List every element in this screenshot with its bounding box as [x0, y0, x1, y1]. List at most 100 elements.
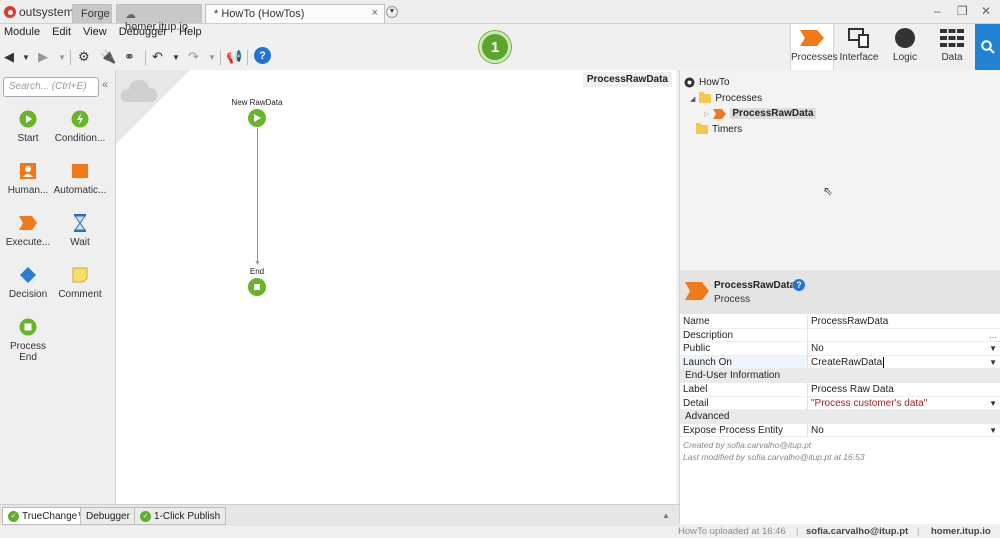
- tab-data[interactable]: Data: [929, 24, 975, 70]
- property-row-launch-on[interactable]: Launch On CreateRawData ▼: [680, 355, 1000, 370]
- title-bar: outsystems Forge ☁ homer.itup.io * HowTo…: [0, 0, 1000, 33]
- tree-root-howto[interactable]: HowTo: [684, 77, 730, 88]
- palette-decision[interactable]: Decision: [0, 264, 56, 300]
- palette-label: Wait: [70, 237, 90, 248]
- process-canvas[interactable]: ProcessRawData New RawData ▼ End: [116, 70, 676, 504]
- tab-debugger[interactable]: Debugger: [80, 507, 136, 525]
- property-row-description[interactable]: Description …: [680, 328, 1000, 343]
- properties-title: ProcessRawData: [714, 280, 796, 291]
- gear-icon[interactable]: ⚙: [78, 47, 90, 67]
- tab-interface[interactable]: Interface: [836, 24, 882, 70]
- process-icon: [713, 108, 727, 119]
- property-key: Detail: [680, 396, 808, 411]
- menu-view[interactable]: View: [83, 26, 107, 38]
- tab-dropdown-icon[interactable]: ▼: [386, 6, 398, 18]
- palette-wait[interactable]: Wait: [52, 212, 108, 248]
- expand-arrow-icon[interactable]: ◢: [690, 95, 695, 103]
- collapse-arrow-icon[interactable]: ▷: [704, 110, 709, 118]
- flow-connector[interactable]: [257, 128, 258, 264]
- tab-label: Interface: [839, 52, 879, 63]
- tab-processes[interactable]: Processes: [790, 24, 838, 70]
- property-value[interactable]: ProcessRawData: [808, 315, 1000, 329]
- property-row-label[interactable]: Label Process Raw Data: [680, 383, 1000, 397]
- forward-dropdown-icon[interactable]: ▼: [58, 47, 66, 67]
- dropdown-arrow-icon[interactable]: ▼: [989, 397, 997, 410]
- property-value[interactable]: No ▼: [808, 342, 1000, 356]
- toolbar: ◀ ▼ ▶ ▼ ⚙ 🔌 ⚭ ↶ ▼ ↷ ▼ 📢 ?: [0, 44, 790, 70]
- logo: outsystems: [4, 5, 80, 19]
- tab-homer-server[interactable]: ☁ homer.itup.io: [116, 4, 202, 33]
- search-tab-button[interactable]: [975, 24, 1000, 70]
- palette-process-end[interactable]: Process End: [0, 316, 56, 363]
- plug-icon[interactable]: 🔌: [100, 47, 116, 67]
- palette-execute-process[interactable]: Execute...: [0, 212, 56, 248]
- palette-condition[interactable]: Condition...: [52, 108, 108, 144]
- dropdown-arrow-icon[interactable]: ▼: [989, 356, 997, 369]
- status-server[interactable]: homer.itup.io: [931, 526, 991, 537]
- end-node-label: End: [249, 267, 265, 276]
- palette-search-input[interactable]: Search... (Ctrl+E): [3, 77, 99, 97]
- status-user[interactable]: sofia.carvalho@itup.pt: [806, 526, 908, 537]
- link-icon[interactable]: ⚭: [124, 47, 135, 67]
- redo-icon[interactable]: ↷: [188, 47, 199, 67]
- megaphone-icon[interactable]: 📢: [226, 47, 242, 67]
- tree-label: Processes: [715, 93, 763, 104]
- minimize-icon[interactable]: –: [934, 4, 941, 18]
- redo-dropdown-icon[interactable]: ▼: [208, 47, 216, 67]
- diamond-icon: [20, 267, 36, 283]
- property-value[interactable]: CreateRawData ▼: [808, 355, 1000, 370]
- help-icon[interactable]: ?: [254, 47, 271, 64]
- start-node[interactable]: [248, 109, 266, 127]
- property-value[interactable]: …: [808, 329, 1000, 343]
- restore-icon[interactable]: ❐: [957, 4, 968, 18]
- tree-label: HowTo: [699, 77, 730, 88]
- close-tab-icon[interactable]: ×: [372, 7, 378, 19]
- collapse-palette-icon[interactable]: «: [102, 79, 108, 91]
- tree-label: ProcessRawData: [730, 108, 816, 119]
- back-icon[interactable]: ◀: [4, 47, 14, 67]
- palette-label: Automatic...: [53, 185, 107, 196]
- property-row-expose-process-entity[interactable]: Expose Process Entity No ▼: [680, 423, 1000, 438]
- close-window-icon[interactable]: ✕: [981, 4, 991, 18]
- property-row-detail[interactable]: Detail "Process customer's data" ▼: [680, 396, 1000, 411]
- tree-folder-processes[interactable]: ◢ Processes: [690, 92, 763, 104]
- undo-dropdown-icon[interactable]: ▼: [172, 47, 180, 67]
- cloud-icon: ☁: [125, 9, 136, 21]
- property-row-name[interactable]: Name ProcessRawData: [680, 315, 1000, 329]
- tab-howto-module[interactable]: * HowTo (HowTos) ×: [205, 4, 385, 23]
- property-value[interactable]: "Process customer's data" ▼: [808, 397, 1000, 411]
- back-dropdown-icon[interactable]: ▼: [22, 47, 30, 67]
- menu-module[interactable]: Module: [4, 26, 40, 38]
- expand-panel-icon[interactable]: ▲: [662, 511, 670, 520]
- search-icon: [980, 40, 995, 54]
- property-value[interactable]: Process Raw Data: [808, 383, 1000, 397]
- palette-automatic-activity[interactable]: Automatic...: [52, 160, 108, 196]
- tab-1-click-publish[interactable]: ✓ 1-Click Publish: [134, 507, 227, 525]
- tab-logic[interactable]: Logic: [882, 24, 928, 70]
- dropdown-arrow-icon[interactable]: ▼: [989, 342, 997, 355]
- menu-help[interactable]: Help: [179, 26, 202, 38]
- tree-folder-timers[interactable]: Timers: [696, 123, 742, 135]
- undo-icon[interactable]: ↶: [152, 47, 163, 67]
- tab-label: 1-Click Publish: [154, 510, 221, 522]
- publish-status-badge[interactable]: 1: [479, 31, 511, 63]
- tab-label: Processes: [791, 52, 838, 63]
- menu-edit[interactable]: Edit: [52, 26, 71, 38]
- end-node[interactable]: [248, 278, 266, 296]
- property-value[interactable]: No ▼: [808, 424, 1000, 438]
- palette-comment[interactable]: Comment: [52, 264, 108, 300]
- palette-label: Condition...: [54, 133, 106, 144]
- forward-icon[interactable]: ▶: [38, 47, 48, 67]
- cloud-icon: [120, 80, 157, 102]
- property-value-text: CreateRawData: [811, 356, 883, 368]
- property-row-public[interactable]: Public No ▼: [680, 342, 1000, 356]
- tree-item-processrawdata[interactable]: ▷ ProcessRawData: [704, 108, 816, 119]
- help-icon[interactable]: ?: [793, 279, 805, 291]
- palette-human-activity[interactable]: Human...: [0, 160, 56, 196]
- section-end-user-information: End-User Information: [680, 369, 1000, 383]
- palette-start[interactable]: Start: [0, 108, 56, 144]
- dropdown-arrow-icon[interactable]: ▼: [989, 424, 997, 437]
- menu-debugger[interactable]: Debugger: [119, 26, 167, 38]
- tab-forge[interactable]: Forge: [72, 4, 112, 23]
- ellipsis-icon[interactable]: …: [989, 329, 997, 342]
